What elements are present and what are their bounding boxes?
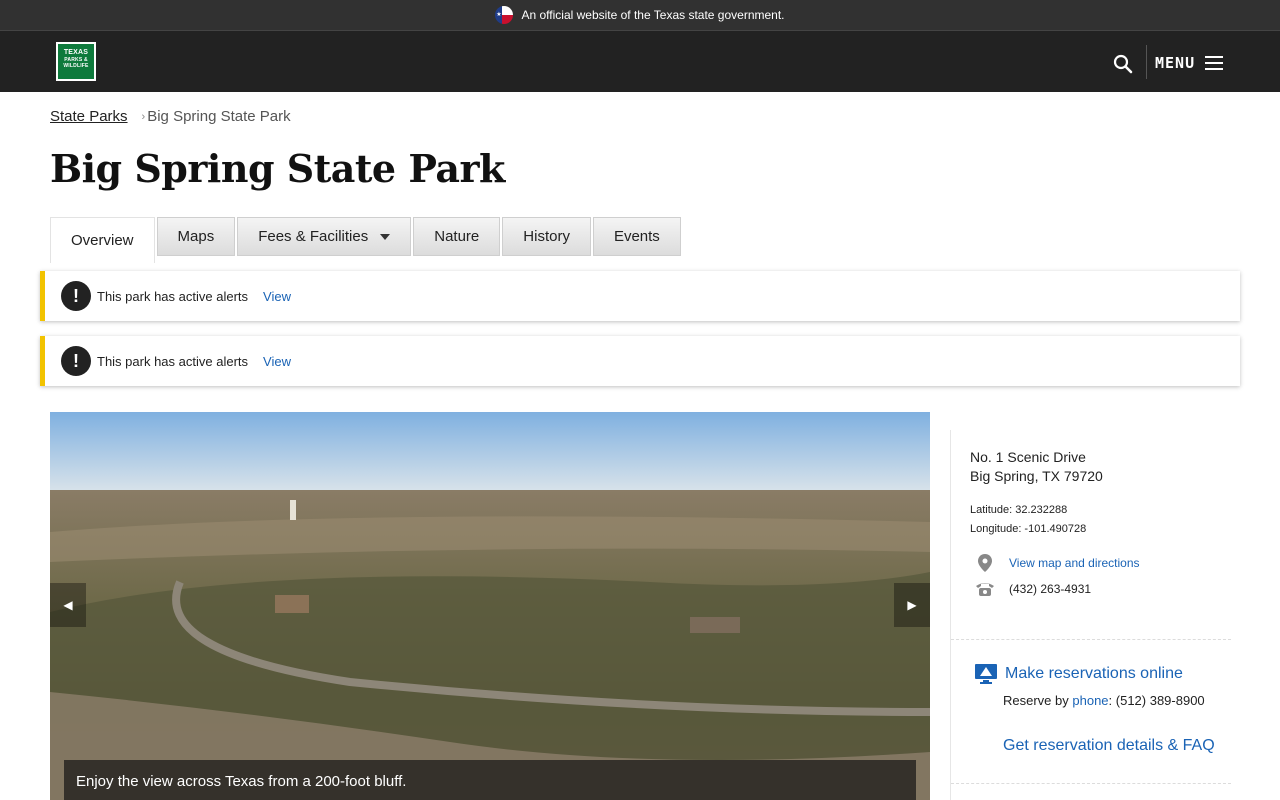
alert-view-link[interactable]: View [263,354,291,369]
alert-exclamation-icon: ! [61,281,91,311]
park-alert: ! This park has active alerts View [40,336,1240,386]
map-pin-icon [973,554,997,572]
park-landscape-photo [50,412,930,800]
reserve-phone-link[interactable]: phone [1072,693,1108,708]
reservations-online-row: Make reservations online [975,664,1183,684]
breadcrumb: State Parks › Big Spring State Park [50,108,291,125]
chevron-down-icon [380,233,391,240]
phone-row: (432) 263-4931 [973,581,1091,597]
alert-view-link[interactable]: View [263,289,291,304]
telephone-icon [973,581,997,597]
park-tabs: Overview Maps Fees & Facilities Nature H… [50,217,683,263]
site-header: TEXAS PARKS & WILDLIFE MENU [0,31,1280,92]
tab-events[interactable]: Events [592,217,681,256]
breadcrumb-state-parks[interactable]: State Parks [50,108,128,125]
alert-exclamation-icon: ! [61,346,91,376]
texas-flag-icon: ★ [495,6,514,24]
map-directions-row: View map and directions [973,554,1140,572]
make-reservations-online-link[interactable]: Make reservations online [1005,665,1183,683]
tab-history[interactable]: History [502,217,591,256]
breadcrumb-current: Big Spring State Park [147,108,291,125]
tab-nature[interactable]: Nature [413,217,501,256]
alert-message: This park has active alerts [97,353,249,369]
page-title: Big Spring State Park [50,146,505,191]
hamburger-icon [1205,56,1224,70]
tab-maps[interactable]: Maps [156,217,236,256]
sidebar-divider [951,783,1231,784]
official-website-banner: ★ An official website of the Texas state… [0,0,1280,31]
park-address: No. 1 Scenic Drive Big Spring, TX 79720 [970,449,1103,484]
photo-caption: Enjoy the view across Texas from a 200-f… [64,760,916,800]
header-divider [1146,45,1147,79]
park-photo-slideshow[interactable]: ◀ ▶ Enjoy the view across Texas from a 2… [50,412,930,800]
sidebar-divider [951,639,1231,640]
alert-message: This park has active alerts [97,288,249,304]
view-map-directions-link[interactable]: View map and directions [1009,556,1140,570]
park-coordinates: Latitude: 32.232288 Longitude: -101.4907… [970,504,1087,535]
computer-icon [975,664,997,684]
slideshow-prev-button[interactable]: ◀ [50,583,86,627]
reserve-by-phone: Reserve by phone: (512) 389-8900 [1003,693,1205,708]
tab-fees-facilities[interactable]: Fees & Facilities [237,217,412,256]
breadcrumb-separator-icon: › [141,110,146,123]
search-icon [1113,54,1133,74]
reservation-faq-link[interactable]: Get reservation details & FAQ [1003,737,1215,755]
park-alert: ! This park has active alerts View [40,271,1240,321]
official-banner-text: An official website of the Texas state g… [521,8,785,22]
tab-overview[interactable]: Overview [50,217,155,263]
tpwd-logo[interactable]: TEXAS PARKS & WILDLIFE [56,42,96,81]
slideshow-next-button[interactable]: ▶ [894,583,930,627]
menu-button[interactable]: MENU [1155,51,1224,75]
chevron-left-icon: ◀ [63,598,73,612]
menu-label: MENU [1155,54,1196,72]
chevron-right-icon: ▶ [907,598,917,612]
search-button[interactable] [1110,51,1136,77]
park-info-sidebar: No. 1 Scenic Drive Big Spring, TX 79720 … [950,430,1231,800]
park-phone: (432) 263-4931 [1009,582,1092,596]
